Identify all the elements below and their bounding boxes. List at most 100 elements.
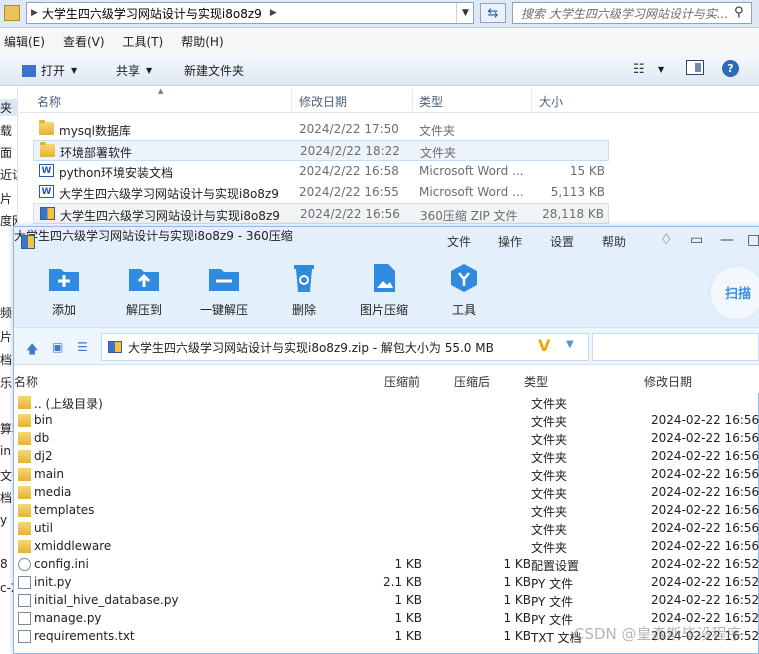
zip-menu-operate[interactable]: 操作 [498, 233, 522, 250]
column-date[interactable]: 修改日期 [644, 373, 692, 390]
nav-item[interactable]: 面 [0, 144, 17, 161]
chevron-down-icon: ▼ [146, 66, 153, 75]
thumbnail-view-icon[interactable]: ▣ [52, 340, 63, 354]
column-size[interactable]: 大小 [539, 93, 563, 110]
list-item[interactable]: dj2 文件夹 2024-02-22 16:56 [14, 448, 759, 466]
v-brand-icon[interactable]: V [538, 336, 550, 355]
share-button[interactable]: 共享 ▼ [116, 62, 152, 79]
one-click-extract-icon [207, 263, 241, 293]
menu-view[interactable]: 查看(V) [63, 33, 105, 50]
list-item[interactable]: initial_hive_database.py 1 KB 1 KB PY 文件 202… [14, 592, 759, 610]
file-row[interactable]: W python环境安装文档 2024/2/22 16:58 Microsoft… [33, 161, 609, 182]
search-placeholder: 搜索 大学生四六级学习网站设计与实... [521, 6, 729, 21]
view-options-icon[interactable]: ☷ [633, 62, 645, 77]
preview-pane-icon[interactable] [686, 60, 704, 75]
tools-button[interactable]: 工具 [432, 263, 496, 318]
help-icon[interactable]: ? [722, 60, 739, 77]
item-name: .. (上级目录) [34, 397, 103, 411]
list-view-icon[interactable]: ☰ [77, 340, 88, 354]
nav-item[interactable]: 载 [0, 122, 17, 139]
list-item[interactable]: util 文件夹 2024-02-22 16:56 [14, 520, 759, 538]
menu-edit[interactable]: 编辑(E) [4, 33, 45, 50]
new-folder-button[interactable]: 新建文件夹 [184, 62, 244, 79]
list-item[interactable]: init.py 2.1 KB 1 KB PY 文件 2024-02-22 16:52 [14, 574, 759, 592]
address-dropdown-button[interactable]: ▼ [456, 3, 474, 23]
column-name[interactable]: 名称 [14, 373, 38, 390]
list-item[interactable]: main 文件夹 2024-02-22 16:56 [14, 466, 759, 484]
up-arrow-icon[interactable]: 🡅 [26, 340, 38, 361]
item-type: 文件夹 [531, 397, 568, 411]
nav-item[interactable]: 夹 [0, 99, 17, 116]
nav-item[interactable]: 片 [0, 190, 17, 207]
zip-path-bar[interactable]: 大学生四六级学习网站设计与实现i8o8z9.zip - 解包大小为 55.0 M… [101, 333, 589, 361]
item-type: 文件夹 [531, 541, 568, 555]
folder-icon [18, 522, 31, 535]
chevron-down-icon[interactable]: ▼ [658, 65, 664, 74]
file-row[interactable]: W 大学生四六级学习网站设计与实现i8o8z9 2024/2/22 16:55 … [33, 182, 609, 203]
item-type: 文件夹 [531, 433, 568, 447]
menu-help[interactable]: 帮助(H) [181, 33, 223, 50]
search-icon[interactable]: ⚲ [734, 5, 750, 21]
column-packed[interactable]: 压缩前 [384, 373, 420, 390]
open-button[interactable]: 打开 ▼ [22, 62, 77, 79]
delete-button[interactable]: 删除 [272, 263, 336, 318]
zip-app-icon [21, 235, 35, 249]
list-item[interactable]: .. (上级目录) 文件夹 [14, 394, 759, 412]
file-type: 文件夹 [420, 146, 457, 160]
item-type: 文件夹 [531, 487, 568, 501]
column-date[interactable]: 修改日期 [299, 93, 347, 110]
column-type[interactable]: 类型 [419, 93, 443, 110]
zip-list-header: 名称 压缩前 压缩后 类型 修改日期 [14, 365, 759, 393]
column-type[interactable]: 类型 [524, 373, 548, 390]
zip-menu-help[interactable]: 帮助 [602, 233, 626, 250]
file-name: 环境部署软件 [60, 146, 133, 160]
address-bar[interactable]: ▶ 大学生四六级学习网站设计与实现i8o8z9 ▶ [26, 2, 474, 24]
menu-tools[interactable]: 工具(T) [123, 33, 164, 50]
folder-icon [18, 468, 31, 481]
zip-archive-icon [40, 207, 55, 220]
item-date: 2024-02-22 16:56 [651, 431, 759, 445]
file-row[interactable]: 环境部署软件 2024/2/22 18:22 文件夹 [33, 140, 609, 161]
refresh-button[interactable]: ⇆ [480, 3, 506, 23]
one-click-extract-button[interactable]: 一键解压 [192, 263, 256, 318]
list-item[interactable]: config.ini 1 KB 1 KB 配置设置 2024-02-22 16:52 [14, 556, 759, 574]
column-name[interactable]: 名称 [37, 93, 61, 110]
list-item[interactable]: xmiddleware 文件夹 2024-02-22 16:56 [14, 538, 759, 556]
zip-menu-settings[interactable]: 设置 [550, 233, 574, 250]
list-item[interactable]: templates 文件夹 2024-02-22 16:56 [14, 502, 759, 520]
zip-title-bar: 大学生四六级学习网站设计与实现i8o8z9 - 360压缩 文件 操作 设置 帮… [14, 227, 759, 257]
address-bar-row: ▶ 大学生四六级学习网站设计与实现i8o8z9 ▶ ▼ ⇆ 搜索 大学生四六级学… [0, 0, 759, 28]
zip-menu-file[interactable]: 文件 [447, 233, 471, 250]
tools-icon [447, 263, 481, 293]
image-compress-button[interactable]: 图片压缩 [352, 263, 416, 318]
skin-icon[interactable]: ♢ [660, 232, 673, 248]
search-input[interactable]: 搜索 大学生四六级学习网站设计与实... [512, 2, 752, 24]
column-compressed[interactable]: 压缩后 [454, 373, 490, 390]
item-compressed: 1 KB [503, 593, 531, 607]
folder-icon [40, 142, 55, 157]
minimize-icon[interactable]: — [720, 232, 734, 248]
add-button[interactable]: 添加 [32, 263, 96, 318]
nav-item[interactable]: 近访 [0, 166, 17, 183]
extract-icon [127, 263, 161, 293]
open-icon [22, 64, 36, 77]
list-item[interactable]: media 文件夹 2024-02-22 16:56 [14, 484, 759, 502]
zip-search-input[interactable] [592, 333, 759, 361]
add-label: 添加 [51, 303, 76, 317]
list-item[interactable]: db 文件夹 2024-02-22 16:56 [14, 430, 759, 448]
item-type: 配置设置 [531, 559, 580, 573]
list-item[interactable]: bin 文件夹 2024-02-22 16:56 [14, 412, 759, 430]
file-name: mysql数据库 [59, 124, 131, 138]
item-date: 2024-02-22 16:56 [651, 503, 759, 517]
chevron-down-icon[interactable]: ▼ [566, 339, 574, 350]
file-row[interactable]: mysql数据库 2024/2/22 17:50 文件夹 [33, 119, 609, 140]
feedback-icon[interactable]: ▭ [690, 232, 703, 248]
item-packed: 1 KB [394, 593, 422, 607]
tools-label: 工具 [451, 303, 476, 317]
maximize-icon[interactable]: □ [747, 232, 759, 248]
file-date: 2024/2/22 18:22 [300, 144, 400, 158]
new-folder-label: 新建文件夹 [184, 64, 245, 78]
item-date: 2024-02-22 16:56 [651, 449, 759, 463]
file-row[interactable]: 大学生四六级学习网站设计与实现i8o8z9 2024/2/22 16:56 36… [33, 203, 609, 224]
extract-to-button[interactable]: 解压到 [112, 263, 176, 318]
